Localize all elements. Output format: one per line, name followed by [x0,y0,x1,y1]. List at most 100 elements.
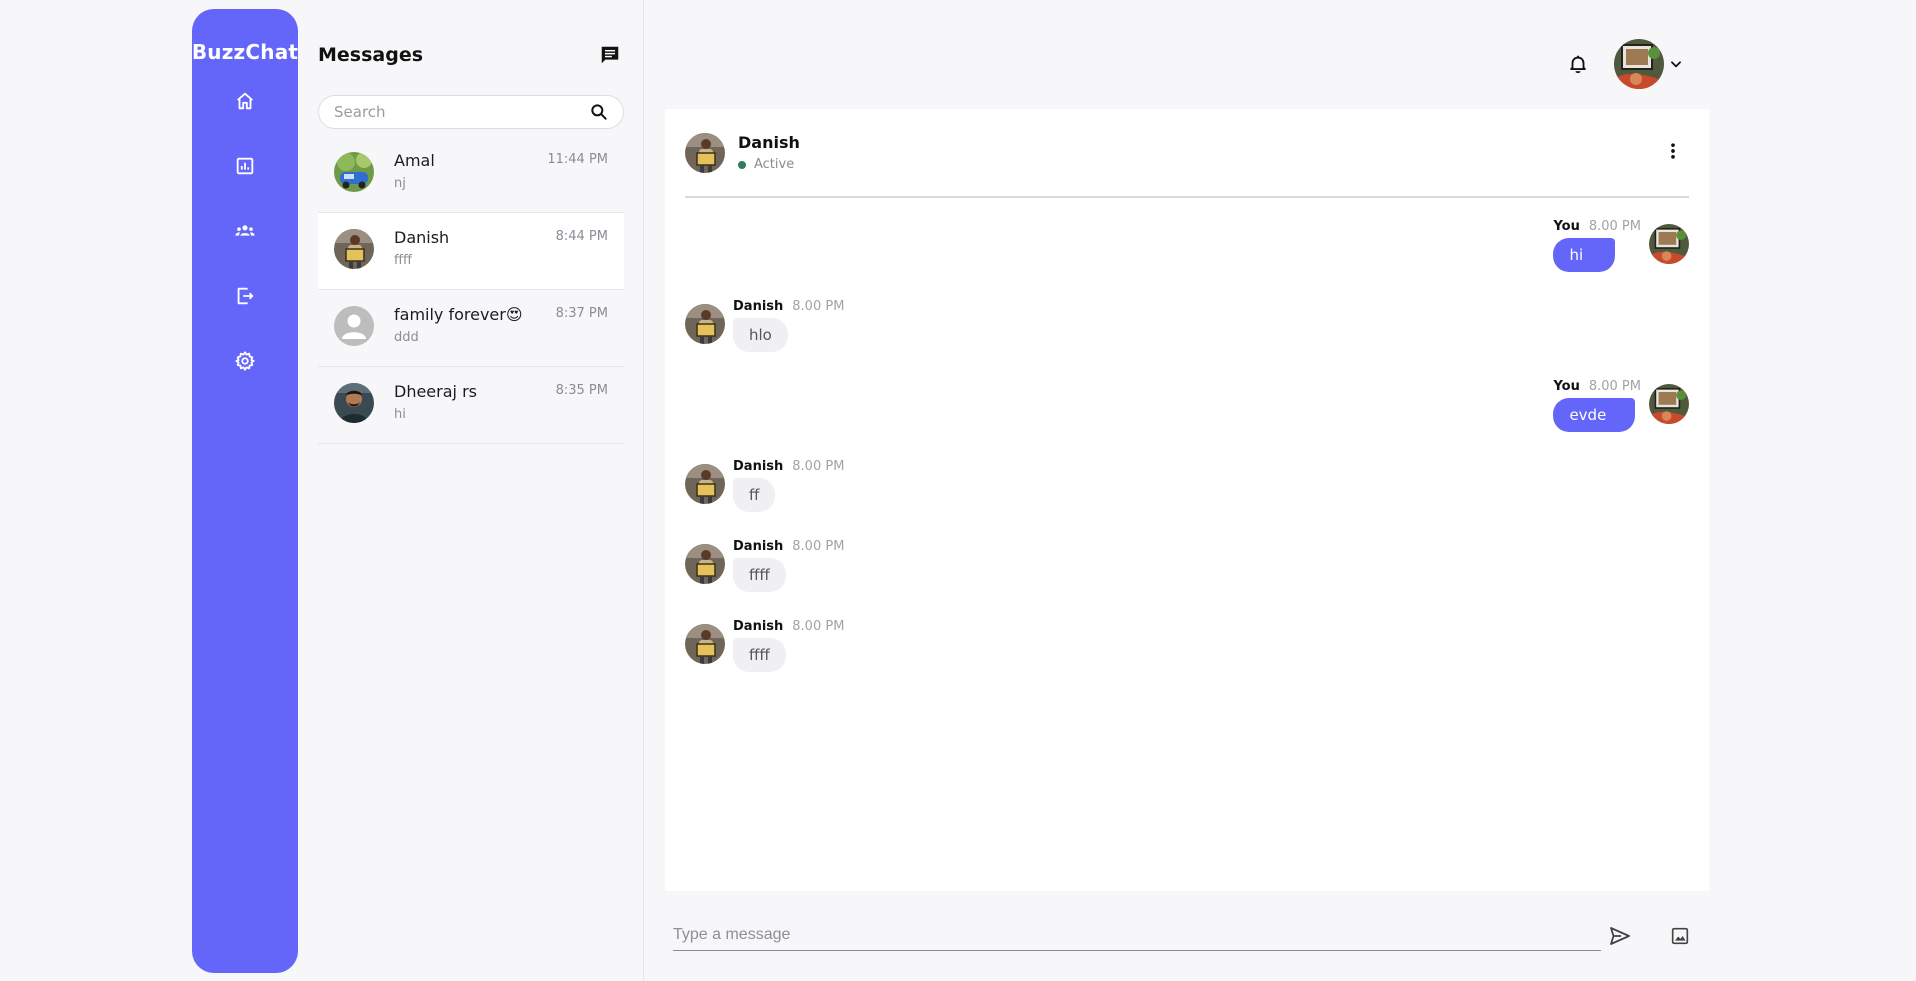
nav-icons [225,81,265,406]
chat-options-button[interactable] [1661,139,1685,163]
message-bubble: ffff [733,638,786,672]
chat-panel: Danish Active You 8.00 PM hi Danish 8.00 P… [665,109,1709,891]
user-avatar [1649,224,1689,264]
status-text: Active [754,157,795,172]
settings-icon [235,351,255,371]
nav-home-button[interactable] [225,81,265,121]
contact-avatar [685,544,725,584]
default-avatar-icon [334,306,374,346]
avatar-image [334,383,374,423]
contact-avatar [685,132,725,173]
avatar-image [685,464,725,504]
chat-bubble-icon [601,46,619,64]
new-message-button[interactable] [596,41,624,69]
conversation-time: 11:44 PM [547,152,608,167]
conversation-preview: nj [394,176,406,191]
message-incoming: Danish 8.00 PM ff [685,459,844,512]
home-icon [237,92,253,110]
send-icon [1610,927,1630,945]
nav-logout-button[interactable] [225,276,265,316]
brand-logo: BuzzChat [191,40,299,64]
conversation-time: 8:37 PM [555,306,608,321]
conversation-item-family-forever[interactable]: family forever😍 ddd 8:37 PM [318,290,624,367]
message-outgoing: You 8.00 PM evde [1553,379,1689,432]
send-button[interactable] [1607,923,1633,949]
message-incoming: Danish 8.00 PM ffff [685,619,844,672]
contact-avatar [685,624,725,664]
chat-header: Danish Active [685,109,1689,198]
avatar-image [334,152,374,192]
conversation-item-amal[interactable]: Amal nj 11:44 PM [318,136,624,213]
messages-header: Messages [318,41,624,69]
message-bubble: ff [733,478,776,512]
avatar [334,229,374,269]
image-icon [1671,927,1689,945]
conversation-time: 8:44 PM [555,229,608,244]
notifications-button[interactable] [1565,51,1591,77]
conversation-preview: ffff [394,253,412,268]
logout-icon [237,287,254,305]
conversation-preview: ddd [394,330,419,345]
message-sender: Danish [733,459,784,474]
message-composer [673,920,1601,951]
contact-name: Danish [738,133,800,152]
message-bubble: ffff [733,558,786,592]
message-incoming: Danish 8.00 PM hlo [685,299,844,352]
avatar-image [1649,224,1689,264]
search-icon [591,104,607,120]
message-bubble: hlo [733,318,788,352]
search-bar [318,95,624,129]
message-bubble: hi [1553,238,1616,272]
message-time: 8.00 PM [792,539,845,554]
avatar-image [1614,39,1664,89]
groups-icon [235,225,255,236]
nav-groups-button[interactable] [225,211,265,251]
conversation-item-dheeraj-rs[interactable]: Dheeraj rs hi 8:35 PM [318,367,624,444]
bell-icon [1570,55,1586,74]
message-time: 8.00 PM [792,459,845,474]
conversation-time: 8:35 PM [555,383,608,398]
message-time: 8.00 PM [792,299,845,314]
nav-rail: BuzzChat [192,9,298,973]
avatar [334,306,374,346]
avatar-image [685,624,725,664]
message-sender: You [1553,219,1580,234]
messages-title: Messages [318,44,424,66]
message-time: 8.00 PM [1588,379,1641,394]
avatar-image [1649,384,1689,424]
chevron-down-icon [1668,56,1684,72]
conversation-list-column: Messages Amal nj 11:44 PM Danish [298,0,644,981]
avatar-image [685,132,725,173]
conversation-list: Amal nj 11:44 PM Danish ffff 8:44 PM fam… [318,136,624,444]
contact-status: Active [738,157,800,172]
status-dot [738,160,746,169]
message-outgoing: You 8.00 PM hi [1553,219,1689,272]
conversation-item-danish[interactable]: Danish ffff 8:44 PM [318,213,624,290]
avatar-image [685,544,725,584]
more-vertical-icon [1671,143,1675,159]
message-time: 8.00 PM [792,619,845,634]
message-time: 8.00 PM [1588,219,1641,234]
message-bubble: evde [1553,398,1636,432]
avatar [334,383,374,423]
contact-avatar [685,464,725,504]
profile-menu-button[interactable] [1614,39,1684,89]
search-button[interactable] [587,100,611,124]
avatar-image [334,229,374,269]
message-input[interactable] [673,920,1601,950]
avatar-image [685,304,725,344]
conversation-preview: hi [394,407,406,422]
user-avatar [1614,39,1664,89]
avatar [334,152,374,192]
search-input[interactable] [334,103,587,121]
message-incoming: Danish 8.00 PM ffff [685,539,844,592]
attach-image-button[interactable] [1667,923,1693,949]
message-sender: Danish [733,539,784,554]
message-sender: You [1553,379,1580,394]
analytics-icon [236,157,254,175]
message-sender: Danish [733,619,784,634]
user-avatar [1649,384,1689,424]
nav-settings-button[interactable] [225,341,265,381]
nav-analytics-button[interactable] [225,146,265,186]
message-sender: Danish [733,299,784,314]
